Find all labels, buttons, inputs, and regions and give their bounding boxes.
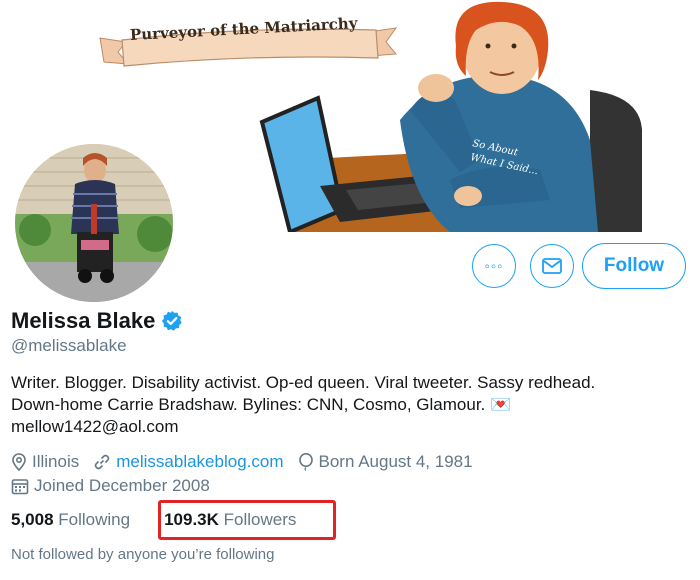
profile-name-row: Melissa Blake <box>11 308 183 334</box>
location-pin-icon <box>12 453 26 471</box>
social-context-text: Not followed by anyone you’re following <box>11 546 275 563</box>
bio-line: Down-home Carrie Bradshaw. Bylines: CNN,… <box>11 395 512 414</box>
verified-badge-icon <box>162 310 183 331</box>
birthday-item: Born August 4, 1981 <box>298 452 473 472</box>
bio-line: Writer. Blogger. Disability activist. Op… <box>11 373 596 392</box>
profile-name: Melissa Blake <box>11 308 156 333</box>
message-button[interactable] <box>530 244 574 288</box>
avatar[interactable] <box>11 140 177 306</box>
followers-highlight-box <box>158 500 336 540</box>
joined-item: Joined December 2008 <box>11 476 210 496</box>
calendar-icon <box>11 479 29 495</box>
following-stat[interactable]: 5,008 Following <box>11 510 130 530</box>
follow-button[interactable]: Follow <box>582 243 686 289</box>
profile-meta-row-2: Joined December 2008 <box>11 476 224 496</box>
location-text: Illinois <box>32 452 80 471</box>
following-label: Following <box>58 510 131 529</box>
website-item[interactable]: melissablakeblog.com <box>93 452 284 472</box>
birthday-text: Born August 4, 1981 <box>318 452 473 471</box>
more-options-button[interactable]: ◦◦◦ <box>472 244 516 288</box>
following-count: 5,008 <box>11 510 54 529</box>
balloon-icon <box>298 453 313 471</box>
profile-meta-row: Illinois melissablakeblog.com Born Augus… <box>11 452 487 472</box>
profile-handle: @melissablake <box>11 336 127 355</box>
banner-illustration: So About What I Said... <box>259 1 642 232</box>
website-link[interactable]: melissablakeblog.com <box>116 452 283 472</box>
location-item: Illinois <box>11 452 79 472</box>
more-horizontal-icon: ◦◦◦ <box>484 257 504 275</box>
profile-bio: Writer. Blogger. Disability activist. Op… <box>11 372 691 438</box>
joined-text: Joined December 2008 <box>34 476 210 495</box>
envelope-icon <box>542 258 562 274</box>
bio-email[interactable]: mellow1422@aol.com <box>11 416 691 438</box>
link-icon <box>94 454 110 470</box>
